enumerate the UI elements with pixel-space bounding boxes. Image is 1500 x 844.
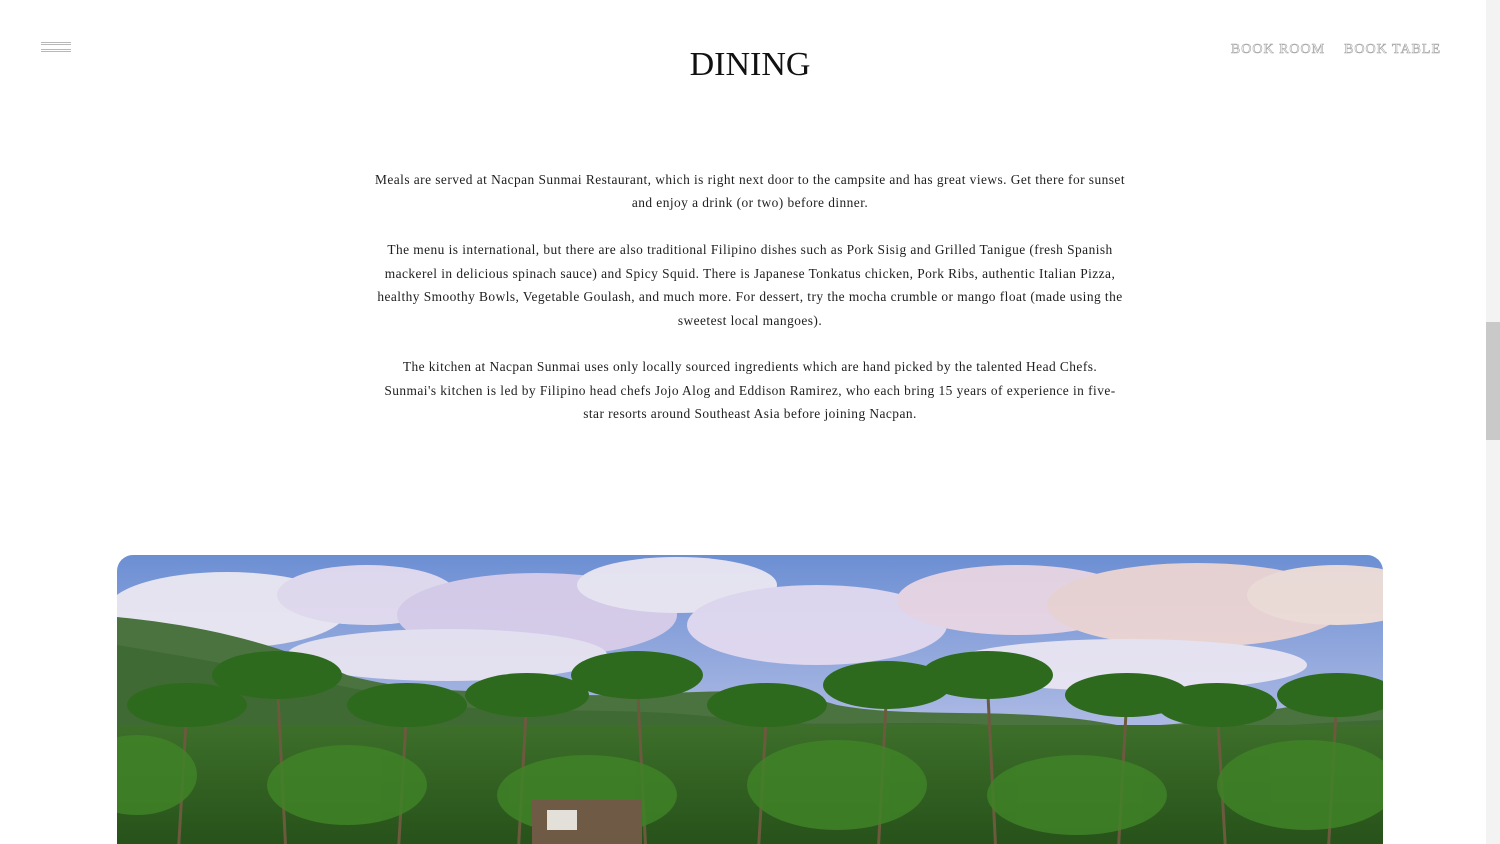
hero-image (117, 555, 1383, 844)
paragraph-restaurant: Meals are served at Nacpan Sunmai Restau… (375, 172, 1125, 211)
book-room-link[interactable]: BOOK ROOM (1231, 42, 1325, 58)
dining-description: Meals are served at Nacpan Sunmai Restau… (375, 168, 1125, 449)
page: DINING BOOK ROOM BOOK TABLE Meals are se… (0, 0, 1500, 844)
menu-line (41, 42, 71, 45)
paragraph-menu: The menu is international, but there are… (377, 242, 1123, 328)
header-nav: BOOK ROOM BOOK TABLE (1231, 42, 1441, 58)
scrollbar[interactable] (1486, 0, 1500, 844)
paragraph-kitchen: The kitchen at Nacpan Sunmai uses only l… (384, 359, 1116, 422)
palm-landscape-illustration (117, 555, 1383, 844)
scrollbar-thumb[interactable] (1486, 322, 1500, 440)
book-table-link[interactable]: BOOK TABLE (1344, 42, 1441, 58)
